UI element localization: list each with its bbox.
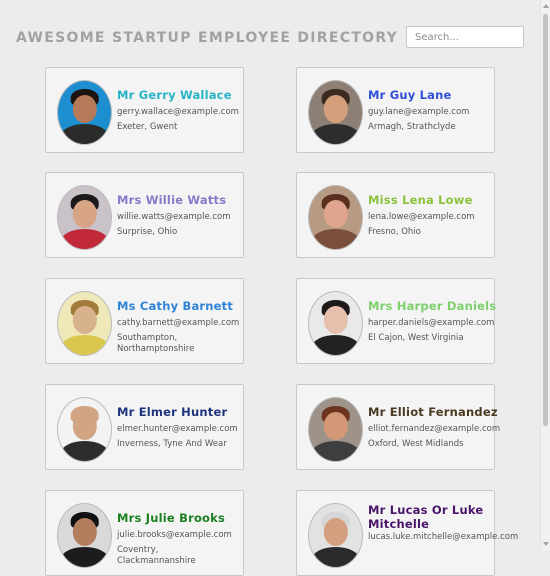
- employee-email: guy.lane@example.com: [368, 107, 470, 117]
- employee-location: Exeter, Gwent: [117, 122, 178, 132]
- employee-card[interactable]: Mr Lucas Or Luke Mitchelle lucas.luke.mi…: [296, 490, 518, 576]
- employee-email: harper.daniels@example.com: [368, 318, 495, 328]
- employee-location: Armagh, Strathclyde: [368, 122, 456, 132]
- employee-location: Coventry, Clackmannanshire: [117, 545, 196, 566]
- employee-name: Miss Lena Lowe: [368, 193, 473, 207]
- employee-location: Inverness, Tyne And Wear: [117, 439, 227, 449]
- scroll-thumb[interactable]: [543, 14, 548, 426]
- scroll-up-arrow-icon[interactable]: [543, 4, 549, 8]
- employee-location: Fresno, Ohio: [368, 227, 421, 237]
- employee-card[interactable]: Mrs Willie Watts willie.watts@example.co…: [45, 172, 244, 258]
- scroll-down-arrow-icon[interactable]: [543, 542, 549, 546]
- employee-card[interactable]: Mr Elmer Hunter elmer.hunter@example.com…: [45, 384, 244, 470]
- employee-card[interactable]: Mr Gerry Wallace gerry.wallace@example.c…: [45, 67, 244, 153]
- search-input[interactable]: [406, 26, 524, 48]
- employee-email: lucas.luke.mitchelle@example.com: [368, 532, 519, 542]
- employee-name: Ms Cathy Barnett: [117, 299, 234, 313]
- avatar: [57, 185, 112, 250]
- employee-name: Mr Gerry Wallace: [117, 88, 232, 102]
- avatar: [57, 503, 112, 568]
- employee-name: Mr Elmer Hunter: [117, 405, 228, 419]
- employee-email: gerry.wallace@example.com: [117, 107, 239, 117]
- employee-name: Mr Guy Lane: [368, 88, 452, 102]
- employee-email: willie.watts@example.com: [117, 212, 231, 222]
- avatar: [308, 80, 363, 145]
- avatar: [308, 503, 363, 568]
- employee-name: Mrs Willie Watts: [117, 193, 227, 207]
- avatar: [308, 397, 363, 462]
- avatar: [308, 185, 363, 250]
- employee-name: Mrs Julie Brooks: [117, 511, 226, 525]
- employee-email: lena.lowe@example.com: [368, 212, 475, 222]
- employee-name: Mr Elliot Fernandez: [368, 405, 498, 419]
- employee-card[interactable]: Ms Cathy Barnett cathy.barnett@example.c…: [45, 278, 244, 364]
- avatar: [308, 291, 363, 356]
- employee-location: Southampton, Northamptonshire: [117, 333, 195, 354]
- avatar: [57, 397, 112, 462]
- employee-card[interactable]: Mrs Harper Daniels harper.daniels@exampl…: [296, 278, 497, 364]
- employee-location: El Cajon, West Virginia: [368, 333, 464, 343]
- employee-name: Mrs Harper Daniels: [368, 299, 497, 313]
- employee-location: Surprise, Ohio: [117, 227, 178, 237]
- employee-location: Oxford, West Midlands: [368, 439, 464, 449]
- scrollbar[interactable]: [540, 0, 550, 550]
- employee-email: elmer.hunter@example.com: [117, 424, 238, 434]
- employee-card[interactable]: Mrs Julie Brooks julie.brooks@example.co…: [45, 490, 244, 576]
- employee-email: julie.brooks@example.com: [117, 530, 232, 540]
- avatar: [57, 291, 112, 356]
- employee-card[interactable]: Mr Elliot Fernandez elliot.fernandez@exa…: [296, 384, 500, 470]
- avatar: [57, 80, 112, 145]
- directory-page: Awesome Startup Employee Directory Mr Ge…: [0, 0, 540, 576]
- employee-name: Mr Lucas Or Luke Mitchelle: [368, 503, 484, 531]
- employee-email: elliot.fernandez@example.com: [368, 424, 501, 434]
- employee-email: cathy.barnett@example.com: [117, 318, 240, 328]
- employee-card[interactable]: Mr Guy Lane guy.lane@example.com Armagh,…: [296, 67, 495, 153]
- page-title: Awesome Startup Employee Directory: [16, 30, 399, 46]
- employee-card[interactable]: Miss Lena Lowe lena.lowe@example.com Fre…: [296, 172, 495, 258]
